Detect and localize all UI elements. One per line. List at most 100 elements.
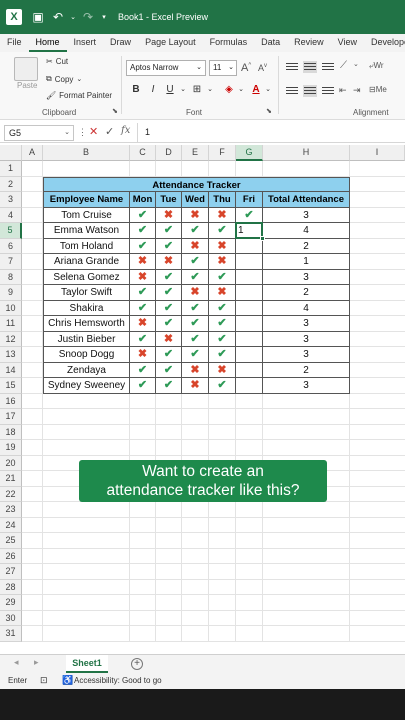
align-right-icon[interactable]: [321, 85, 335, 97]
paste-button[interactable]: Paste: [17, 81, 37, 90]
tab-developer[interactable]: Developer: [364, 34, 405, 52]
check-icon[interactable]: ✔: [156, 223, 182, 239]
cancel-icon[interactable]: ✕: [89, 125, 98, 138]
check-icon[interactable]: ✔: [156, 378, 182, 394]
formula-input[interactable]: 1: [145, 127, 150, 137]
scroll-right-icon[interactable]: ▸: [34, 657, 39, 668]
borders-icon[interactable]: ⊞: [190, 83, 204, 97]
orientation-icon[interactable]: ⟋: [340, 60, 347, 71]
row-header-4[interactable]: 4: [0, 207, 22, 223]
employee-name-cell[interactable]: Snoop Dogg: [43, 347, 130, 363]
row-header-13[interactable]: 13: [0, 347, 22, 363]
accessibility-icon[interactable]: ♿: [62, 675, 73, 686]
cross-icon[interactable]: ✖: [209, 207, 236, 223]
undo-dropdown-icon[interactable]: ⌄: [68, 7, 78, 27]
format-painter-button[interactable]: 🖌 Format Painter: [46, 91, 112, 100]
cross-icon[interactable]: ✖: [182, 362, 209, 378]
sheet-tab-sheet1[interactable]: Sheet1: [66, 655, 108, 673]
attendance-cell[interactable]: [236, 378, 263, 394]
row-header-29[interactable]: 29: [0, 595, 22, 611]
employee-name-cell[interactable]: Emma Watson: [43, 223, 130, 239]
employee-name-cell[interactable]: Taylor Swift: [43, 285, 130, 301]
cross-icon[interactable]: ✖: [209, 238, 236, 254]
tab-home[interactable]: Home: [28, 34, 67, 52]
column-header-e[interactable]: E: [182, 145, 209, 161]
row-header-28[interactable]: 28: [0, 579, 22, 595]
name-box[interactable]: G5 ⌄: [4, 125, 74, 141]
indent-increase-icon[interactable]: ⇥: [353, 85, 361, 96]
cut-button[interactable]: ✂ Cut: [46, 57, 68, 66]
merge-center-button[interactable]: ⊟Me: [369, 85, 387, 94]
employee-name-cell[interactable]: Shakira: [43, 300, 130, 316]
total-attendance-cell[interactable]: 3: [263, 269, 350, 285]
check-icon[interactable]: ✔: [209, 223, 236, 239]
tab-draw[interactable]: Draw: [103, 34, 138, 52]
redo-icon[interactable]: ↷: [78, 7, 98, 27]
row-header-22[interactable]: 22: [0, 486, 22, 502]
check-icon[interactable]: ✔: [236, 207, 263, 223]
dialog-launcher-icon[interactable]: ⬊: [112, 107, 118, 115]
check-icon[interactable]: ✔: [130, 331, 156, 347]
enter-icon[interactable]: ✓: [105, 125, 114, 138]
row-header-24[interactable]: 24: [0, 517, 22, 533]
row-header-10[interactable]: 10: [0, 300, 22, 316]
check-icon[interactable]: ✔: [209, 347, 236, 363]
tab-data[interactable]: Data: [254, 34, 287, 52]
cross-icon[interactable]: ✖: [130, 347, 156, 363]
attendance-cell[interactable]: [236, 300, 263, 316]
row-header-25[interactable]: 25: [0, 533, 22, 549]
fill-dropdown-icon[interactable]: ⌄: [234, 83, 248, 97]
check-icon[interactable]: ✔: [156, 347, 182, 363]
row-header-17[interactable]: 17: [0, 409, 22, 425]
total-attendance-cell[interactable]: 2: [263, 238, 350, 254]
check-icon[interactable]: ✔: [182, 347, 209, 363]
row-header-16[interactable]: 16: [0, 393, 22, 409]
check-icon[interactable]: ✔: [209, 269, 236, 285]
check-icon[interactable]: ✔: [209, 300, 236, 316]
cross-icon[interactable]: ✖: [130, 254, 156, 270]
tab-formulas[interactable]: Formulas: [203, 34, 255, 52]
attendance-cell[interactable]: [236, 254, 263, 270]
tab-view[interactable]: View: [331, 34, 364, 52]
cross-icon[interactable]: ✖: [182, 285, 209, 301]
borders-dropdown-icon[interactable]: ⌄: [203, 83, 217, 97]
accessibility-status[interactable]: Accessibility: Good to go: [74, 676, 162, 685]
cross-icon[interactable]: ✖: [209, 285, 236, 301]
employee-name-cell[interactable]: Ariana Grande: [43, 254, 130, 270]
row-header-26[interactable]: 26: [0, 548, 22, 564]
check-icon[interactable]: ✔: [209, 316, 236, 332]
total-attendance-cell[interactable]: 4: [263, 300, 350, 316]
select-all-corner[interactable]: [0, 145, 22, 161]
total-attendance-cell[interactable]: 4: [263, 223, 350, 239]
align-top-icon[interactable]: [285, 61, 299, 73]
row-header-31[interactable]: 31: [0, 626, 22, 642]
row-header-18[interactable]: 18: [0, 424, 22, 440]
employee-name-cell[interactable]: Tom Cruise: [43, 207, 130, 223]
cross-icon[interactable]: ✖: [182, 378, 209, 394]
font-color-dropdown-icon[interactable]: ⌄: [261, 83, 275, 97]
align-center-icon[interactable]: [303, 85, 317, 97]
cross-icon[interactable]: ✖: [130, 269, 156, 285]
row-header-15[interactable]: 15: [0, 378, 22, 394]
font-name-select[interactable]: Aptos Narrow ⌄: [126, 60, 206, 76]
attendance-cell[interactable]: [236, 347, 263, 363]
total-attendance-cell[interactable]: 3: [263, 207, 350, 223]
align-left-icon[interactable]: [285, 85, 299, 97]
check-icon[interactable]: ✔: [130, 362, 156, 378]
decrease-font-icon[interactable]: Av: [258, 63, 267, 73]
attendance-cell[interactable]: [236, 285, 263, 301]
orientation-dropdown-icon[interactable]: ⌄: [353, 60, 359, 68]
total-attendance-cell[interactable]: 1: [263, 254, 350, 270]
column-header-d[interactable]: D: [156, 145, 182, 161]
attendance-cell[interactable]: [236, 238, 263, 254]
row-header-21[interactable]: 21: [0, 471, 22, 487]
check-icon[interactable]: ✔: [130, 223, 156, 239]
employee-name-cell[interactable]: Sydney Sweeney: [43, 378, 130, 394]
scroll-left-icon[interactable]: ◂: [14, 657, 19, 668]
check-icon[interactable]: ✔: [130, 207, 156, 223]
row-header-23[interactable]: 23: [0, 502, 22, 518]
insert-function-button[interactable]: fx: [121, 125, 130, 136]
check-icon[interactable]: ✔: [182, 254, 209, 270]
increase-font-icon[interactable]: A^: [241, 62, 251, 74]
check-icon[interactable]: ✔: [130, 300, 156, 316]
